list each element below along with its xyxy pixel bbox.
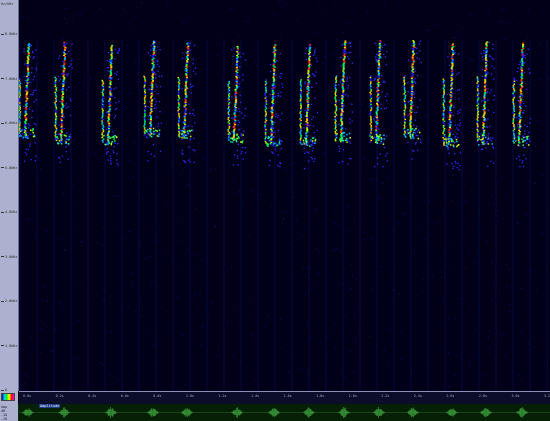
call-burst xyxy=(143,40,163,162)
time-tick-label: 3.2s xyxy=(544,394,550,398)
frequency-tick-label: 7.0kHz xyxy=(1,77,17,81)
spectrogram-canvas[interactable] xyxy=(19,0,550,391)
frequency-tick-label: 1.0kHz xyxy=(1,344,17,348)
frequency-tick-label: 6.0kHz xyxy=(1,121,17,125)
frequency-tick-label: 4.0kHz xyxy=(1,210,17,214)
call-burst xyxy=(177,41,197,164)
time-tick-label: 1.2s xyxy=(218,394,227,398)
frequency-tick-label: 3.0kHz xyxy=(1,255,17,259)
waveform-title: Amplitude xyxy=(39,404,61,408)
time-axis: 0.0s 0.2s 0.4s 0.6s 0.8s 1.0s 1.2s 1.4s 1.6s 1.8s… xyxy=(19,391,550,405)
color-palette-icon[interactable] xyxy=(1,393,15,401)
waveform-plot xyxy=(19,407,550,418)
time-tick-label: 0.0s xyxy=(23,394,32,398)
time-tick-label: 0.2s xyxy=(55,394,64,398)
time-tick-label: 1.6s xyxy=(283,394,292,398)
waveform-axis: Amp dB -10 -20 xyxy=(0,404,18,421)
time-tick-label: 1.0s xyxy=(185,394,194,398)
time-tick-label: 2.8s xyxy=(478,394,488,398)
time-tick-label: 1.8s xyxy=(316,394,325,398)
frequency-tick-label: 2.0kHz xyxy=(1,299,17,303)
time-tick-label: 0.6s xyxy=(120,394,129,398)
frequency-tick-label: 5.0kHz xyxy=(1,166,17,170)
frequency-axis: Hz/kHz 8.0kHz 7.0kHz 6.0kHz 5.0kHz 4.0kHz 3.0… xyxy=(0,0,19,392)
call-burst xyxy=(264,44,284,168)
call-burst xyxy=(403,40,422,160)
call-burst xyxy=(227,45,247,166)
waveform-canvas[interactable]: Amplitude xyxy=(19,404,550,421)
time-tick-label: 2.6s xyxy=(446,394,455,398)
time-tick-label: 2.0s xyxy=(348,394,357,398)
waveform-panel: Amp dB -10 -20 Amplitude xyxy=(0,404,550,421)
waveform-side-label: -20 xyxy=(1,417,8,421)
call-burst xyxy=(512,42,532,168)
time-tick-label: 0.4s xyxy=(88,394,97,398)
palette-corner xyxy=(0,391,18,404)
frequency-axis-title: Hz/kHz xyxy=(1,2,14,6)
time-tick-label: 1.4s xyxy=(250,394,260,398)
call-burst xyxy=(369,40,388,168)
time-tick-label: 2.2s xyxy=(381,394,390,398)
spectrogram-window: Hz/kHz 8.0kHz 7.0kHz 6.0kHz 5.0kHz 4.0kHz 3.0… xyxy=(0,0,550,421)
time-tick-label: 3.0s xyxy=(511,394,520,398)
call-burst xyxy=(19,43,37,162)
time-tick-label: 2.4s xyxy=(413,394,422,398)
frequency-tick-label: 8.0kHz xyxy=(1,32,17,36)
spectrogram-plot xyxy=(19,0,549,391)
time-tick-label: 0.8s xyxy=(153,394,162,398)
